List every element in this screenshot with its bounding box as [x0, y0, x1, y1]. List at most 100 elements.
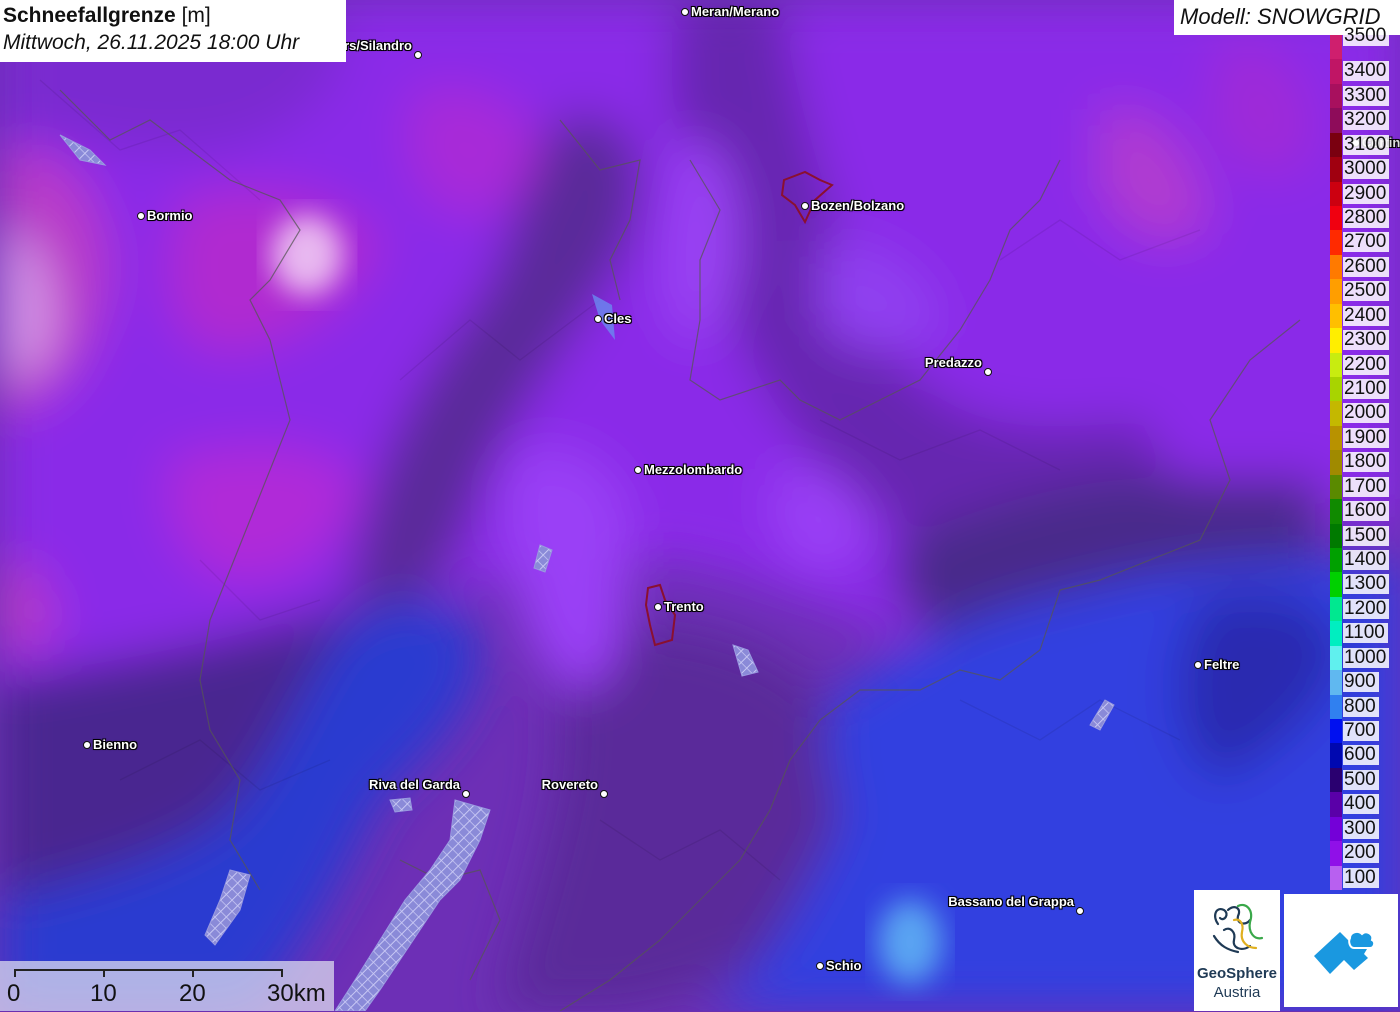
legend-row: 2200 — [1330, 352, 1400, 377]
legend-swatch — [1330, 694, 1342, 719]
legend-swatch — [1330, 865, 1342, 890]
legend-value: 400 — [1343, 794, 1379, 815]
legend-swatch — [1330, 450, 1342, 475]
legend-row: 300 — [1330, 816, 1400, 842]
title-main: Schneefallgrenze — [3, 4, 176, 27]
legend-swatch — [1330, 596, 1342, 622]
legend-value: 1300 — [1343, 574, 1390, 595]
legend-value: 3000 — [1343, 159, 1390, 180]
legend-swatch — [1330, 401, 1342, 426]
scale-label: 30km — [267, 980, 326, 1007]
legend-swatch — [1330, 572, 1342, 597]
city-dot — [137, 212, 145, 220]
legend-swatch — [1330, 157, 1342, 182]
legend-row: 1400 — [1330, 548, 1400, 573]
city-label: Trento — [664, 599, 704, 614]
city-dot — [634, 466, 642, 474]
color-legend: 3500 3400 3300 3200 3100 3000 2900 2800 2700 2600… — [1330, 26, 1400, 890]
city-label: Bienno — [93, 737, 138, 752]
city-label: Feltre — [1204, 657, 1240, 672]
legend-row: 2000 — [1330, 401, 1400, 426]
legend-row: 2400 — [1330, 303, 1400, 329]
legend-value: 2300 — [1343, 330, 1390, 351]
geosphere-emblem-icon — [1212, 903, 1264, 954]
legend-value: 1800 — [1343, 452, 1390, 473]
legend-row: 3400 — [1330, 59, 1400, 84]
legend-value: 1400 — [1343, 550, 1390, 570]
legend-value: 1100 — [1343, 623, 1388, 644]
legend-row: 1800 — [1330, 450, 1400, 475]
legend-row: 400 — [1330, 792, 1400, 817]
city-dot — [414, 51, 422, 59]
legend-value: 1700 — [1343, 476, 1390, 497]
scale-label: 20 — [179, 980, 206, 1007]
legend-row: 1100 — [1330, 621, 1400, 646]
legend-swatch — [1330, 621, 1342, 646]
legend-row: 1700 — [1330, 474, 1400, 500]
legend-row: 1300 — [1330, 572, 1400, 597]
legend-value: 900 — [1343, 672, 1379, 693]
city-dot — [600, 790, 608, 798]
legend-swatch — [1330, 230, 1342, 255]
legend-value: 3300 — [1343, 85, 1390, 106]
legend-value: 700 — [1343, 721, 1379, 741]
legend-value: 3200 — [1343, 110, 1390, 131]
legend-swatch — [1330, 425, 1342, 451]
legend-row: 2700 — [1330, 230, 1400, 255]
legend-row: 2800 — [1330, 206, 1400, 231]
geosphere-logo[interactable]: GeoSphere Austria — [1194, 890, 1280, 1011]
legend-swatch — [1330, 377, 1342, 402]
legend-row: 1600 — [1330, 499, 1400, 524]
snowfall-line-map[interactable] — [0, 0, 1400, 1011]
logo-name: GeoSphere — [1196, 965, 1278, 982]
city-label: Bormio — [147, 208, 193, 223]
city-label: Mezzolombardo — [644, 462, 743, 477]
legend-swatch — [1330, 206, 1342, 231]
legend-value: 2900 — [1343, 183, 1390, 204]
legend-swatch — [1330, 841, 1342, 866]
city-dot — [462, 790, 470, 798]
legend-value: 100 — [1343, 867, 1379, 888]
city-label: Cles — [604, 311, 632, 326]
legend-value: 2600 — [1343, 256, 1390, 277]
legend-row: 100 — [1330, 865, 1400, 890]
city-label: Bassano del Grappa — [948, 894, 1074, 909]
city-label: Schio — [826, 958, 862, 973]
legend-value: 3400 — [1343, 61, 1390, 82]
map-title: Schneefallgrenze [m] — [3, 3, 346, 29]
legend-swatch — [1330, 743, 1342, 768]
city-label: Bozen/Bolzano — [811, 198, 905, 213]
legend-swatch — [1330, 523, 1342, 548]
city-dot — [816, 962, 824, 970]
legend-swatch — [1330, 279, 1342, 304]
legend-swatch — [1330, 83, 1342, 109]
legend-value: 1000 — [1343, 647, 1390, 668]
legend-value: 600 — [1343, 745, 1379, 766]
legend-value: 2200 — [1343, 354, 1390, 375]
legend-value: 800 — [1343, 696, 1379, 717]
legend-row: 1000 — [1330, 645, 1400, 671]
legend-swatch — [1330, 474, 1342, 500]
legend-swatch — [1330, 181, 1342, 206]
city-dot — [1194, 661, 1202, 669]
legend-value: 1600 — [1343, 501, 1390, 522]
city-dot — [594, 315, 602, 323]
weather-app-logo[interactable] — [1284, 894, 1398, 1007]
legend-row: 2500 — [1330, 279, 1400, 304]
city-dot — [681, 8, 689, 16]
legend-value: 1900 — [1343, 427, 1390, 448]
legend-value: 2400 — [1343, 305, 1390, 326]
legend-value: 3500 — [1343, 26, 1390, 46]
cloud-arrow-icon — [1314, 930, 1376, 974]
scale-tick — [281, 969, 283, 977]
city-dot — [984, 368, 992, 376]
legend-value: 200 — [1343, 843, 1379, 864]
legend-swatch — [1330, 499, 1342, 524]
scale-line — [15, 969, 283, 971]
legend-row: 2300 — [1330, 328, 1400, 353]
logo-subname: Austria — [1213, 984, 1261, 1001]
city-label: Predazzo — [924, 355, 982, 370]
legend-row: 1900 — [1330, 425, 1400, 451]
legend-row: 3100 — [1330, 132, 1400, 158]
legend-row: 900 — [1330, 670, 1400, 695]
